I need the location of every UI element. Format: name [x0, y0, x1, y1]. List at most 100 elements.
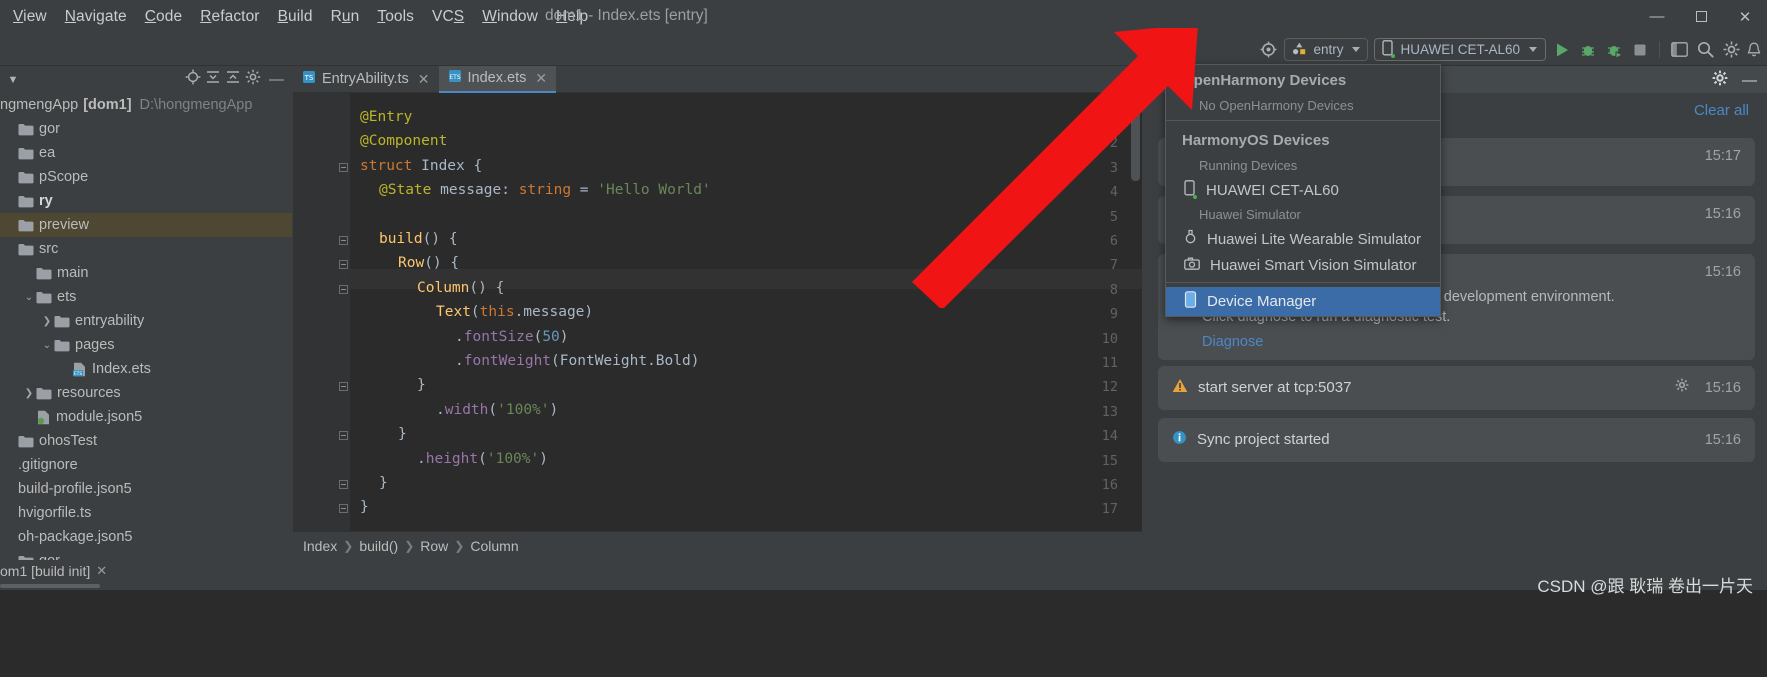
breadcrumb-item-column[interactable]: Column	[470, 538, 518, 554]
dropdown-item-smart-vision-simulator[interactable]: Huawei Smart Vision Simulator	[1166, 253, 1440, 278]
dropdown-item-huawei-cet-al60[interactable]: HUAWEI CET-AL60	[1166, 176, 1440, 204]
tree-item-main[interactable]: main	[0, 261, 292, 285]
tree-item-build-profile-json5[interactable]: build-profile.json5	[0, 477, 292, 501]
maximize-button[interactable]	[1679, 0, 1723, 33]
ets-file-icon: ETS	[72, 362, 87, 377]
line-number: 5	[1109, 208, 1118, 225]
run-configuration-selector[interactable]: entry	[1284, 38, 1369, 61]
project-tree[interactable]: ngmengApp [dom1] D:\hongmengApp gor ea pSc…	[0, 93, 292, 573]
code-fold-toggle[interactable]	[339, 260, 348, 270]
breadcrumb-item-index[interactable]: Index	[303, 538, 337, 554]
minimize-icon[interactable]: —	[1742, 72, 1757, 89]
previewer-icon[interactable]	[1669, 40, 1689, 60]
diagnose-link[interactable]: Diagnose	[1158, 327, 1755, 361]
dropdown-item-lite-wearable-simulator[interactable]: Huawei Lite Wearable Simulator	[1166, 225, 1440, 253]
menu-item-code[interactable]: Code	[136, 6, 191, 28]
notifications-icon[interactable]	[1747, 40, 1761, 60]
close-button[interactable]: ✕	[1723, 0, 1767, 33]
collapse-all-icon[interactable]	[225, 69, 241, 90]
tree-item-index-ets[interactable]: ETS Index.ets	[0, 357, 292, 381]
tree-item-preview[interactable]: preview	[0, 213, 292, 237]
device-dropdown-menu[interactable]: OpenHarmony Devices No OpenHarmony Devic…	[1165, 64, 1441, 317]
tree-item-label: ets	[57, 289, 77, 305]
menu-item-vcs[interactable]: VCS	[423, 6, 473, 28]
close-icon[interactable]: ✕	[418, 71, 430, 88]
tree-item-oh-package-json5[interactable]: oh-package.json5	[0, 525, 292, 549]
menu-item-refactor[interactable]: Refactor	[191, 6, 268, 28]
tree-item-gor[interactable]: gor	[0, 117, 292, 141]
line-number: 7	[1109, 257, 1118, 274]
menu-item-run[interactable]: Run	[322, 6, 369, 28]
device-selector[interactable]: HUAWEI CET-AL60	[1374, 38, 1546, 61]
code-fold-toggle[interactable]	[339, 284, 348, 294]
tree-item-pscope[interactable]: pScope	[0, 165, 292, 189]
run-icon[interactable]	[1552, 40, 1572, 60]
tree-item-ry[interactable]: ry	[0, 189, 292, 213]
chevron-down-icon[interactable]: ⌄	[40, 340, 54, 351]
build-run-tab[interactable]: om1 [build init] ✕	[0, 563, 107, 579]
tree-item-hvigorfile-ts[interactable]: hvigorfile.ts	[0, 501, 292, 525]
tab-overflow-icon[interactable]: ⋮	[1117, 70, 1134, 88]
code-fold-toggle[interactable]	[339, 236, 348, 245]
menu-item-view[interactable]: View	[4, 6, 56, 28]
minimize-button[interactable]: —	[1635, 0, 1679, 33]
project-settings-icon[interactable]	[245, 69, 261, 90]
hide-panel-icon[interactable]: —	[265, 71, 288, 88]
editor-scrollbar[interactable]	[1131, 99, 1140, 181]
code-fold-toggle[interactable]	[339, 382, 348, 392]
tree-item-label: main	[57, 265, 89, 281]
close-icon[interactable]: ✕	[96, 563, 107, 579]
editor-gutter[interactable]	[293, 93, 350, 531]
gear-icon[interactable]	[1712, 70, 1728, 91]
breadcrumb-item-build[interactable]: build()	[359, 538, 398, 554]
code-editor[interactable]: 1 2 3 4 5 6 7 8 9 10 11 12 13 14 15 16 17 @Entry @Compone…	[293, 93, 1142, 531]
line-number: 9	[1109, 306, 1118, 323]
tree-item-entryability[interactable]: ❯ entryability	[0, 309, 292, 333]
tree-item-label: gor	[39, 121, 60, 137]
notification-card-sync[interactable]: Sync project started 15:16	[1158, 418, 1755, 462]
tree-root[interactable]: ngmengApp [dom1] D:\hongmengApp	[0, 93, 292, 117]
code-fold-toggle[interactable]	[339, 504, 348, 514]
chevron-down-icon[interactable]: ⌄	[22, 292, 36, 303]
menu-item-tools[interactable]: Tools	[368, 6, 423, 28]
tree-item-src[interactable]: src	[0, 237, 292, 261]
code-line: Text(this.message)	[436, 304, 594, 321]
code-fold-toggle[interactable]	[339, 162, 348, 172]
menu-item-build[interactable]: Build	[269, 6, 322, 28]
tree-item-module-json5[interactable]: module.json5	[0, 405, 292, 429]
menu-item-navigate[interactable]: Navigate	[56, 6, 136, 28]
search-icon[interactable]	[1695, 40, 1715, 60]
phone-icon	[1184, 180, 1197, 200]
attach-debugger-icon[interactable]	[1604, 40, 1624, 60]
code-line: .fontSize(50)	[455, 328, 569, 345]
target-icon[interactable]	[1258, 40, 1278, 60]
clear-all-button[interactable]: Clear all	[1694, 102, 1749, 119]
project-dropdown-chevron-icon[interactable]: ▼	[0, 74, 26, 86]
gear-icon[interactable]	[1675, 378, 1689, 397]
tree-item-ohostest[interactable]: ohosTest	[0, 429, 292, 453]
tree-item-ets[interactable]: ⌄ ets	[0, 285, 292, 309]
svg-text:TS: TS	[304, 74, 314, 82]
console-output[interactable]: hongmengApp\npm\node.exe C:\Users\hal_bv…	[0, 590, 1767, 677]
editor-tab-index[interactable]: ETS Index.ets ✕	[438, 65, 557, 93]
menu-item-window[interactable]: Window	[473, 6, 547, 28]
tree-item-pages[interactable]: ⌄ pages	[0, 333, 292, 357]
editor-tab-entryability[interactable]: TS EntryAbility.ts ✕	[293, 66, 439, 93]
close-icon[interactable]: ✕	[535, 70, 547, 87]
tree-item-gitignore[interactable]: .gitignore	[0, 453, 292, 477]
tree-item-ea[interactable]: ea	[0, 141, 292, 165]
expand-all-icon[interactable]	[205, 69, 221, 90]
debug-icon[interactable]	[1578, 40, 1598, 60]
locate-icon[interactable]	[185, 69, 201, 90]
horizontal-scrollbar[interactable]	[0, 584, 100, 588]
stop-icon[interactable]	[1630, 40, 1650, 60]
dropdown-item-device-manager[interactable]: Device Manager	[1166, 287, 1440, 316]
chevron-right-icon[interactable]: ❯	[40, 316, 54, 327]
breadcrumb-item-row[interactable]: Row	[420, 538, 448, 554]
code-fold-toggle[interactable]	[339, 431, 348, 441]
gear-icon[interactable]	[1721, 40, 1741, 60]
tree-item-resources[interactable]: ❯ resources	[0, 381, 292, 405]
code-fold-toggle[interactable]	[339, 480, 348, 489]
notification-card-start-server[interactable]: start server at tcp:5037 15:16	[1158, 366, 1755, 410]
chevron-right-icon[interactable]: ❯	[22, 388, 36, 399]
